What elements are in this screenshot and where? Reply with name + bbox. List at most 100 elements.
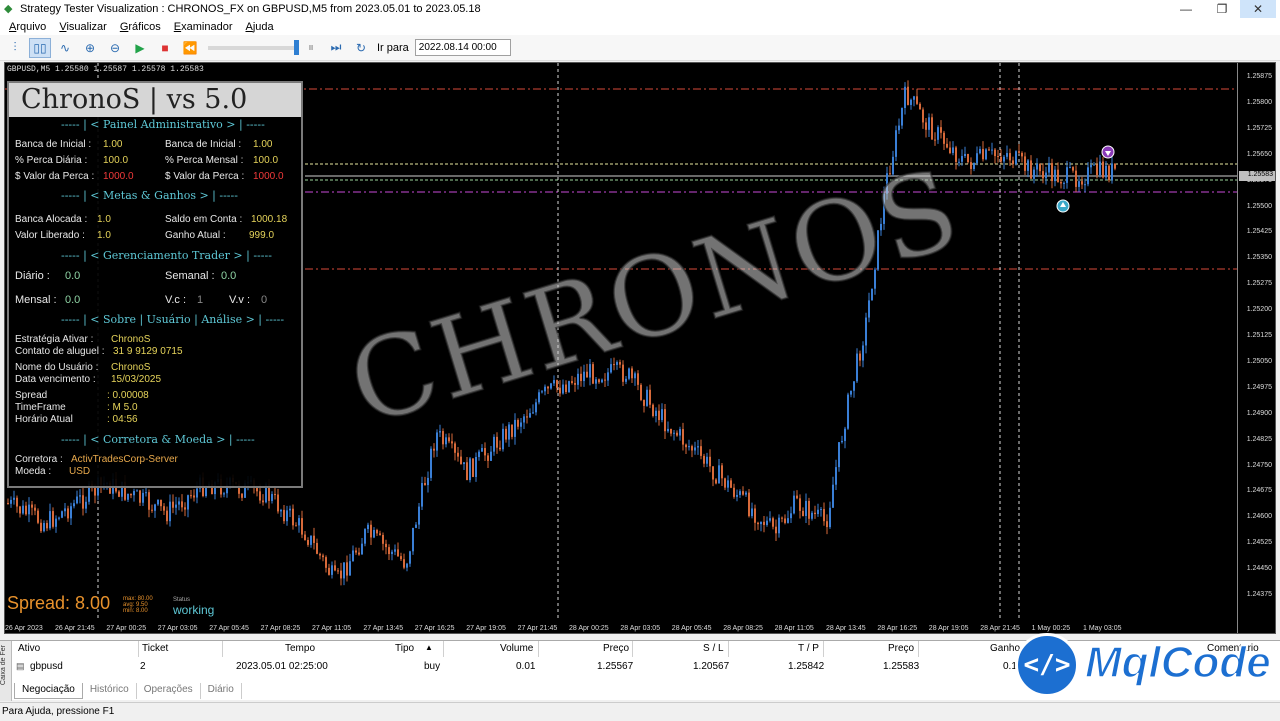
- candle-body: [178, 501, 180, 505]
- candle-body: [403, 559, 405, 568]
- menu-graficos[interactable]: Gráficos: [120, 21, 161, 33]
- price-chart[interactable]: GBPUSD,M5 1.25580 1.25587 1.25578 1.2558…: [4, 62, 1276, 634]
- col-ativo[interactable]: Ativo: [18, 643, 40, 654]
- candle-body: [142, 492, 144, 503]
- candle-body: [430, 448, 432, 478]
- candle-body: [757, 522, 759, 525]
- candle-body: [1066, 167, 1068, 183]
- row-volume: 0.01: [516, 661, 536, 672]
- bar-chart-icon[interactable]: ⫶: [4, 38, 26, 58]
- candle-body: [1054, 169, 1056, 182]
- pause-icon[interactable]: ⏸: [300, 38, 322, 58]
- skip-icon[interactable]: ⏭: [325, 38, 347, 58]
- candle-body: [412, 527, 414, 552]
- candle-body: [844, 428, 846, 441]
- col-tipo[interactable]: Tipo: [395, 643, 414, 654]
- perca-mensal-label: % Perca Mensal :: [165, 155, 244, 166]
- menu-examinador[interactable]: Examinador: [174, 21, 233, 33]
- time-label: 28 Apr 19:05: [928, 625, 969, 632]
- price-label: 1.25050: [1246, 357, 1272, 365]
- col-preco[interactable]: Preço: [603, 643, 629, 654]
- candle-body: [472, 458, 474, 477]
- play-icon[interactable]: ▶: [129, 38, 151, 58]
- minimize-button[interactable]: —: [1168, 0, 1204, 18]
- candle-body: [862, 345, 864, 361]
- section-painel: ----- | < Painel Administrativo > | ----…: [61, 118, 265, 131]
- candle-body: [1081, 181, 1083, 185]
- timeframe-label: TimeFrame: [15, 402, 66, 413]
- tab-historico[interactable]: Histórico: [83, 683, 137, 699]
- time-label: 27 Apr 00:25: [106, 625, 147, 632]
- speed-slider[interactable]: [208, 39, 299, 55]
- candle-body: [37, 510, 39, 523]
- candle-body: [1018, 151, 1020, 153]
- candle-body: [55, 518, 57, 527]
- candle-body: [22, 505, 24, 514]
- candle-body: [652, 404, 654, 417]
- speed-slider-handle[interactable]: [294, 39, 299, 55]
- col-ticket[interactable]: Ticket: [142, 643, 168, 654]
- candle-body: [829, 507, 831, 528]
- spread-min: min: 8.00: [123, 608, 148, 614]
- candle-body: [970, 162, 972, 169]
- sort-up-icon: ▲: [425, 643, 433, 652]
- app-icon: ◆: [4, 3, 13, 15]
- menu-ajuda[interactable]: Ajuda: [245, 21, 273, 33]
- candle-body: [766, 520, 768, 525]
- toolbox-side-tab[interactable]: Caixa de Fer: [0, 641, 12, 701]
- candle-body: [514, 419, 516, 437]
- price-label: 1.25875: [1246, 73, 1272, 80]
- rewind-icon[interactable]: ⏪: [179, 38, 201, 58]
- candle-body: [364, 529, 366, 544]
- candle-body: [526, 416, 528, 418]
- moeda-label: Moeda :: [15, 466, 52, 477]
- candle-body: [1057, 169, 1059, 183]
- candle-body: [1072, 167, 1074, 171]
- close-button[interactable]: ✕: [1240, 0, 1276, 18]
- col-volume[interactable]: Volume: [500, 643, 533, 654]
- restore-button[interactable]: ❐: [1204, 0, 1240, 18]
- candle-body: [322, 555, 324, 558]
- candle-body: [943, 132, 945, 144]
- candle-body: [694, 447, 696, 451]
- candle-body: [355, 550, 357, 553]
- goto-date-input[interactable]: 2022.08.14 00:00: [414, 39, 511, 56]
- line-chart-icon[interactable]: ∿: [54, 38, 76, 58]
- time-label: 27 Apr 11:05: [312, 625, 352, 632]
- candle-body: [922, 109, 924, 123]
- candle-body: [1051, 163, 1053, 182]
- tab-negociacao[interactable]: Negociação: [14, 683, 83, 699]
- candle-body: [823, 509, 825, 522]
- col-preco2[interactable]: Preço: [888, 643, 914, 654]
- row-sl: 1.20567: [693, 661, 730, 672]
- candlestick-chart-icon[interactable]: ▯▯: [29, 37, 51, 58]
- candle-body: [775, 526, 777, 534]
- zoom-out-icon[interactable]: ⊖: [104, 38, 126, 58]
- candle-body: [394, 549, 396, 552]
- candle-body: [715, 479, 717, 484]
- col-sl[interactable]: S / L: [703, 643, 724, 654]
- col-tp[interactable]: T / P: [798, 643, 819, 654]
- col-tempo[interactable]: Tempo: [285, 643, 315, 654]
- candle-body: [127, 493, 129, 500]
- candle-body: [820, 509, 822, 511]
- tab-diario[interactable]: Diário: [201, 683, 242, 699]
- menu-visualizar[interactable]: Visualizar: [59, 21, 107, 33]
- candle-body: [1108, 165, 1110, 181]
- candle-body: [340, 570, 342, 579]
- candle-body: [1090, 165, 1092, 168]
- price-scale[interactable]: 1.258751.258001.257251.256501.255751.255…: [1237, 63, 1275, 633]
- section-corretora: ----- | < Corretora & Moeda > | -----: [61, 433, 255, 446]
- banca-inicial-label: Banca de Inicial :: [15, 139, 92, 150]
- candle-body: [31, 504, 33, 508]
- tab-operacoes[interactable]: Operações: [137, 683, 201, 699]
- candle-body: [658, 410, 660, 421]
- menu-arquivo[interactable]: Arquivo: [9, 21, 46, 33]
- diario-value: 0.0: [65, 270, 81, 282]
- zoom-in-icon[interactable]: ⊕: [79, 38, 101, 58]
- candle-body: [682, 429, 684, 445]
- goto-icon[interactable]: ↻: [350, 38, 372, 58]
- candle-body: [25, 505, 27, 515]
- candle-body: [1075, 170, 1077, 187]
- stop-icon[interactable]: ■: [154, 38, 176, 58]
